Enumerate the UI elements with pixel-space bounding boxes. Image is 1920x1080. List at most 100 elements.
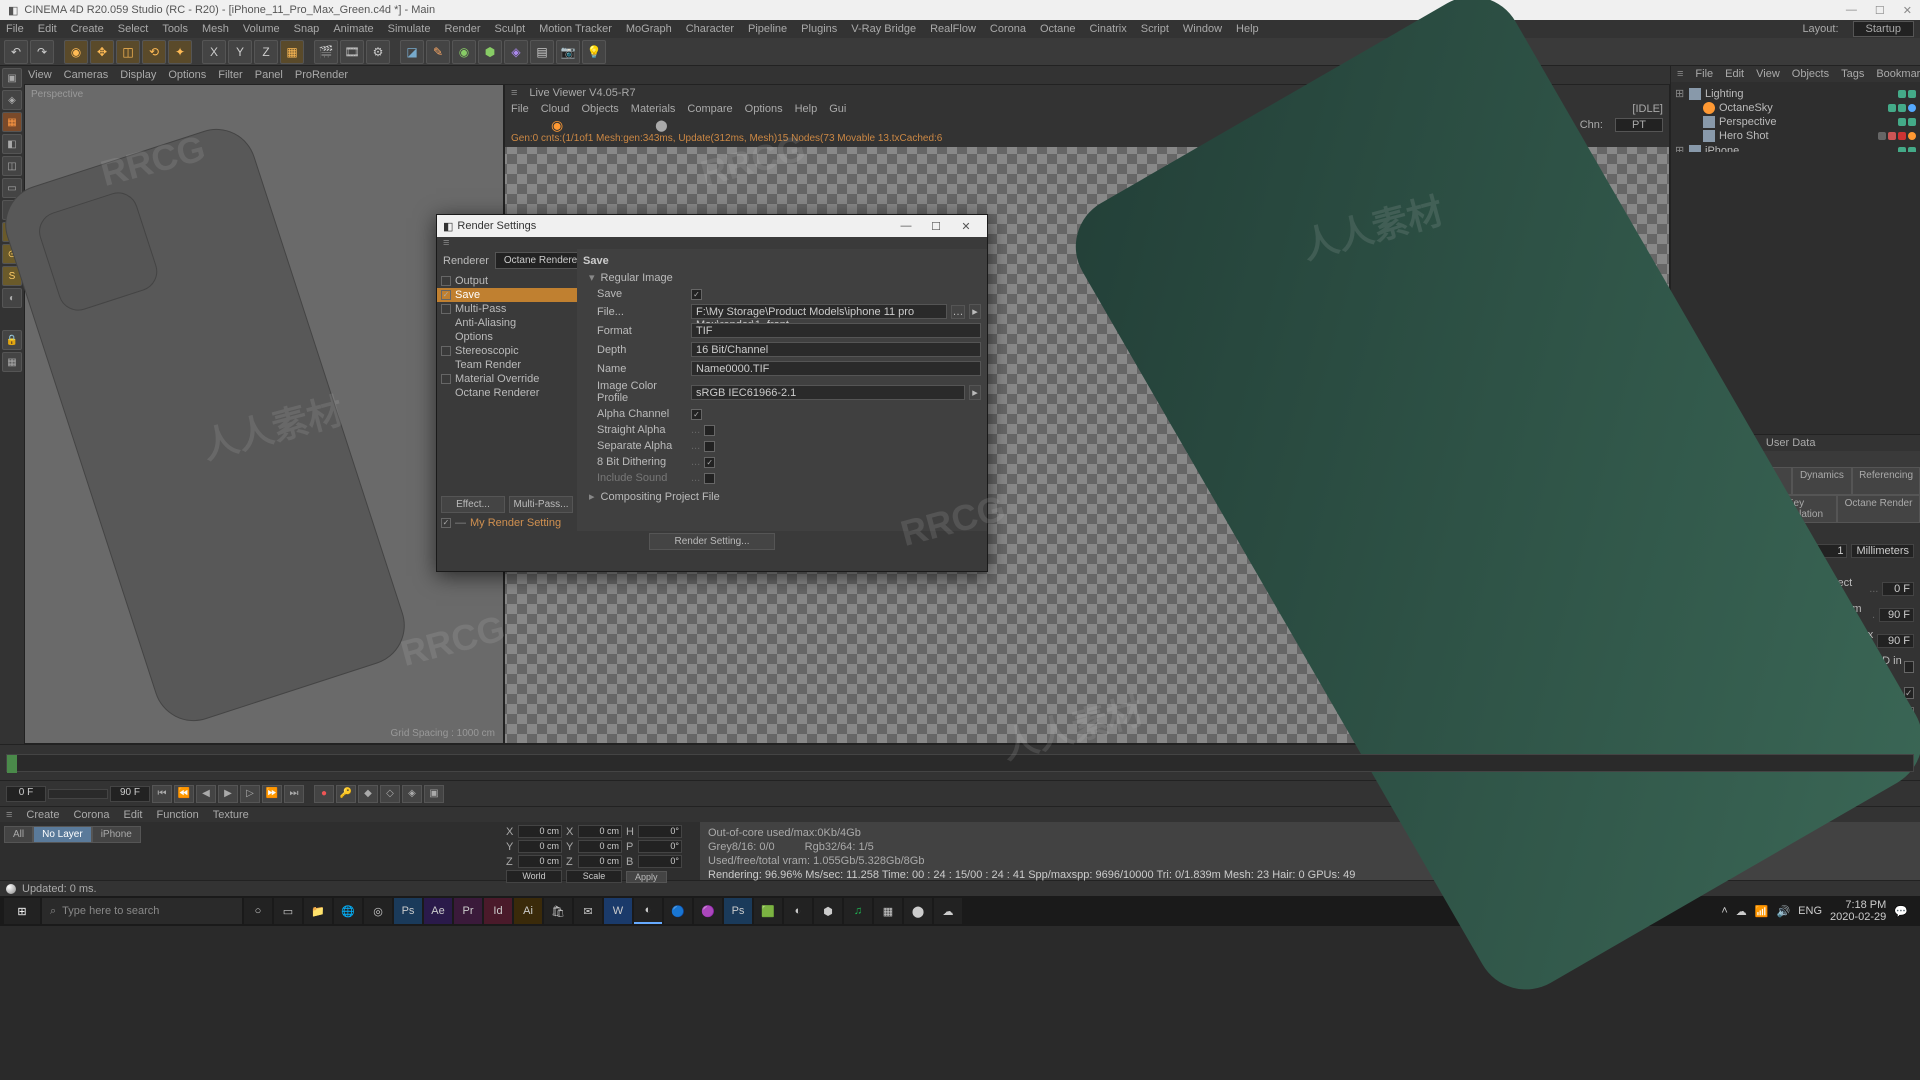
tab-octanerender[interactable]: Octane Render	[1837, 495, 1920, 523]
goto-nextkey[interactable]: ⏩	[262, 785, 282, 803]
menu-create[interactable]: Create	[71, 23, 104, 35]
lv-file[interactable]: File	[511, 103, 529, 115]
x-axis-toggle[interactable]: X	[202, 40, 226, 64]
mattab-all[interactable]: All	[4, 826, 33, 843]
menu-animate[interactable]: Animate	[333, 23, 373, 35]
tree-octane[interactable]: Octane Renderer	[437, 386, 577, 400]
mat-edit[interactable]: Edit	[124, 809, 143, 821]
dialog-close[interactable]: ✕	[951, 220, 981, 233]
obj-lighting[interactable]: ⊞Lighting	[1675, 86, 1916, 101]
app-icon-1[interactable]: 🔵	[664, 898, 692, 924]
vp-menu-view[interactable]: View	[28, 69, 52, 81]
play[interactable]: ▶	[218, 785, 238, 803]
explorer-icon[interactable]: 📁	[304, 898, 332, 924]
generator-tool[interactable]: ⬢	[478, 40, 502, 64]
frame-end[interactable]: 90 F	[110, 786, 150, 802]
app-icon-5[interactable]: ⬢	[814, 898, 842, 924]
tree-team[interactable]: Team Render	[437, 358, 577, 372]
camera-tool[interactable]: 📷	[556, 40, 580, 64]
tray-wifi-icon[interactable]: 📶	[1755, 905, 1769, 918]
spotify-icon[interactable]: ♫	[844, 898, 872, 924]
record-key[interactable]: ●	[314, 785, 334, 803]
goto-prevkey[interactable]: ⏪	[174, 785, 194, 803]
icp-arrow[interactable]: ▸	[969, 385, 981, 400]
render-setting-button[interactable]: Render Setting...	[649, 533, 774, 550]
ae-icon[interactable]: Ae	[424, 898, 452, 924]
save-check[interactable]	[691, 289, 702, 300]
frame-start[interactable]: 0 F	[6, 786, 46, 802]
size-y[interactable]: 0 cm	[578, 840, 622, 853]
mat-function[interactable]: Function	[157, 809, 199, 821]
scale-tool[interactable]: ◫	[116, 40, 140, 64]
menu-mesh[interactable]: Mesh	[202, 23, 229, 35]
app-icon-2[interactable]: 🟣	[694, 898, 722, 924]
id-icon[interactable]: Id	[484, 898, 512, 924]
dialog-min[interactable]: —	[891, 220, 921, 232]
store-icon[interactable]: 🛍	[544, 898, 572, 924]
compositing-section[interactable]: Compositing Project File	[583, 488, 981, 505]
undo-button[interactable]: ↶	[4, 40, 28, 64]
mat-texture[interactable]: Texture	[213, 809, 249, 821]
layout-select[interactable]: Startup	[1853, 21, 1914, 37]
obj-heroshot[interactable]: Hero Shot	[1675, 129, 1916, 143]
menu-motion[interactable]: Motion Tracker	[539, 23, 612, 35]
key-rot[interactable]: ◈	[402, 785, 422, 803]
menu-sculpt[interactable]: Sculpt	[495, 23, 526, 35]
timeline-ruler[interactable]	[6, 754, 1914, 772]
last-tool[interactable]: ✦	[168, 40, 192, 64]
menu-pipeline[interactable]: Pipeline	[748, 23, 787, 35]
regular-image-section[interactable]: Regular Image	[583, 269, 981, 286]
obj-octanesky[interactable]: OctaneSky	[1675, 101, 1916, 115]
point-mode[interactable]: ◫	[2, 156, 22, 176]
tray-lang[interactable]: ENG	[1798, 905, 1822, 917]
search-box[interactable]: ⌕Type here to search	[42, 898, 242, 924]
menu-script[interactable]: Script	[1141, 23, 1169, 35]
rot-h[interactable]: 0°	[638, 825, 682, 838]
tree-multipass[interactable]: Multi-Pass	[437, 302, 577, 316]
nurbs-tool[interactable]: ◉	[452, 40, 476, 64]
menu-help[interactable]: Help	[1236, 23, 1259, 35]
lv-sphere-icon[interactable]: ⬤	[655, 119, 667, 132]
move-tool[interactable]: ✥	[90, 40, 114, 64]
object-tree[interactable]: ⊞Lighting OctaneSky Perspective Hero Sho…	[1671, 82, 1920, 152]
coord-world[interactable]: World	[506, 870, 562, 883]
file-browse-button[interactable]: …	[951, 305, 965, 319]
om-tags[interactable]: Tags	[1841, 68, 1864, 80]
pen-tool[interactable]: ✎	[426, 40, 450, 64]
ps-icon[interactable]: Ps	[394, 898, 422, 924]
mail-icon[interactable]: ✉	[574, 898, 602, 924]
menu-volume[interactable]: Volume	[243, 23, 280, 35]
size-x[interactable]: 0 cm	[578, 825, 622, 838]
menu-cinatrix[interactable]: Cinatrix	[1089, 23, 1126, 35]
menu-vray[interactable]: V-Ray Bridge	[851, 23, 916, 35]
tray-up-icon[interactable]: ˄	[1721, 905, 1727, 917]
prev-frame[interactable]: ◀	[196, 785, 216, 803]
rot-b[interactable]: 0°	[638, 855, 682, 868]
environment[interactable]: ▤	[530, 40, 554, 64]
mat-create[interactable]: Create	[26, 809, 59, 821]
project-scale-unit[interactable]: Millimeters	[1851, 544, 1914, 558]
pos-x[interactable]: 0 cm	[518, 825, 562, 838]
lv-options[interactable]: Options	[745, 103, 783, 115]
rotate-tool[interactable]: ⟲	[142, 40, 166, 64]
lv-octane-icon[interactable]: ◉	[551, 117, 563, 134]
key-scale[interactable]: ◇	[380, 785, 400, 803]
dither-check[interactable]	[704, 457, 715, 468]
timeline-marker[interactable]	[7, 755, 17, 773]
project-time-input[interactable]: 0 F	[1882, 582, 1914, 596]
mattab-iphone[interactable]: iPhone	[92, 826, 141, 843]
app-icon-4[interactable]: ◐	[784, 898, 812, 924]
z-axis-toggle[interactable]: Z	[254, 40, 278, 64]
multipass-button[interactable]: Multi-Pass...	[509, 496, 573, 513]
om-bookmarks[interactable]: Bookmarks	[1876, 68, 1920, 80]
icp-select[interactable]: sRGB IEC61966-2.1	[691, 385, 965, 400]
mat-corona[interactable]: Corona	[73, 809, 109, 821]
separate-check[interactable]	[704, 441, 715, 452]
menu-select[interactable]: Select	[118, 23, 149, 35]
attr-userdata[interactable]: User Data	[1766, 437, 1816, 449]
menu-corona[interactable]: Corona	[990, 23, 1026, 35]
menu-render[interactable]: Render	[444, 23, 480, 35]
max-time-input[interactable]: 90 F	[1879, 608, 1914, 622]
deformer-tool[interactable]: ◈	[504, 40, 528, 64]
app-icon-3[interactable]: 🟩	[754, 898, 782, 924]
